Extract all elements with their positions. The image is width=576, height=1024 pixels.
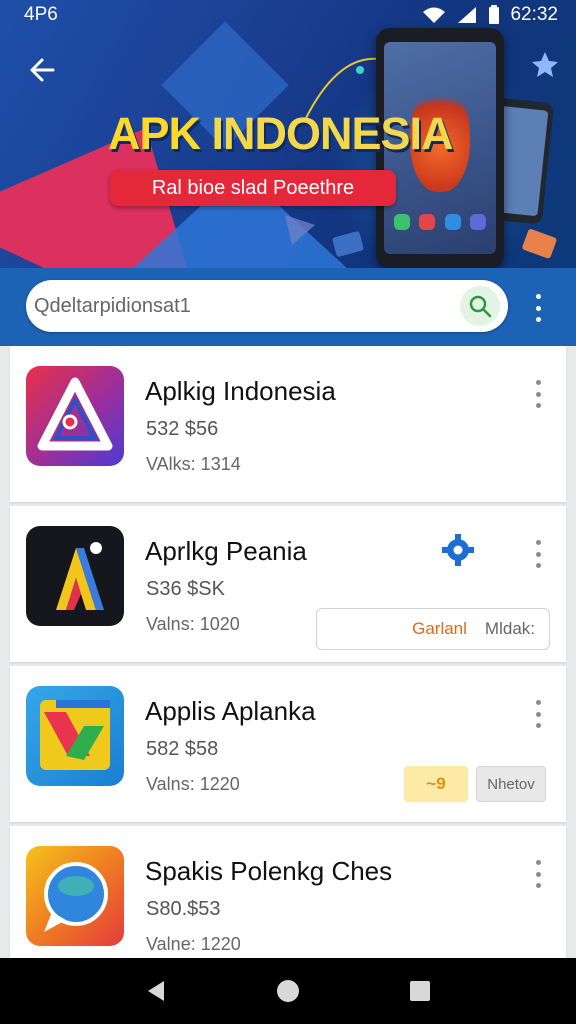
list-item[interactable]: Applis Aplanka 582 $58 Valns: 1220 ~9 Nh… (10, 666, 566, 822)
search-icon (469, 295, 492, 318)
app-icon (26, 686, 124, 786)
app-name: Aprlkg Peania (145, 536, 307, 566)
action-primary-label: Garlanl (412, 619, 467, 638)
app-icon (26, 526, 124, 626)
action-secondary-label: Mldak: (484, 619, 535, 638)
install-action-button[interactable]: Garlanl Mldak: (316, 608, 550, 650)
hero-mini-card-decoration (332, 231, 364, 257)
app-name: Aplkig Indonesia (145, 376, 336, 406)
back-button[interactable] (22, 50, 62, 90)
list-item[interactable]: Spakis Polenkg Ches S80.$53 Valne: 1220 (10, 826, 566, 966)
app-meta: Valns: 1020 (146, 614, 240, 634)
search-input[interactable] (34, 294, 460, 318)
app-icon (26, 846, 124, 946)
app-meta: Valns: 1220 (146, 774, 240, 794)
battery-icon (489, 5, 500, 24)
search-button[interactable] (460, 286, 500, 326)
app-name: Applis Aplanka (145, 696, 316, 726)
navigation-bar (0, 958, 576, 1024)
colorful-n-logo-icon (40, 700, 110, 770)
more-vertical-icon[interactable] (530, 860, 546, 888)
app-icon (26, 366, 124, 466)
app-price: S80.$53 (146, 898, 221, 920)
app-meta: VAlks: 1314 (146, 454, 241, 474)
nav-home-icon[interactable] (275, 978, 301, 1004)
app-meta: Valne: 1220 (146, 934, 241, 954)
globe-chat-logo-icon (44, 862, 108, 932)
more-vertical-icon[interactable] (530, 380, 546, 408)
triangle-logo-icon (37, 377, 113, 451)
gray-action-button[interactable]: Nhetov (476, 766, 546, 802)
app-name: Spakis Polenkg Ches (145, 856, 393, 886)
wifi-icon (423, 7, 446, 23)
status-time-right: 62:32 (510, 4, 558, 25)
status-time-left: 4P6 (24, 4, 58, 25)
hero-star-decoration (532, 52, 558, 77)
nav-back-icon[interactable] (144, 979, 168, 1003)
yellow-action-button[interactable]: ~9 (404, 766, 468, 802)
status-bar: 4P6 62:32 (0, 0, 576, 30)
letter-a-logo-icon (56, 542, 104, 610)
list-item[interactable]: Aprlkg Peania S36 $SK Valns: 1020 Garlan… (10, 506, 566, 662)
more-vertical-icon[interactable] (530, 700, 546, 728)
gear-icon[interactable] (440, 532, 476, 568)
app-price: 582 $58 (146, 738, 219, 760)
app-price: S36 $SK (146, 578, 225, 600)
back-arrow-icon (30, 58, 55, 82)
search-box (26, 280, 508, 332)
search-bar-area (0, 268, 576, 346)
hero-title: APK INDONESIA (108, 108, 454, 159)
list-item[interactable]: Aplkig Indonesia 532 $56 VAlks: 1314 (10, 346, 566, 502)
hero-banner: APK INDONESIA Ral bioe slad Poeethre (0, 0, 576, 268)
hero-triangle-decoration (285, 215, 315, 245)
hero-subtitle-badge: Ral bioe slad Poeethre (110, 170, 396, 206)
more-vertical-icon[interactable] (530, 540, 546, 568)
signal-icon (458, 7, 477, 23)
nav-recents-icon[interactable] (408, 979, 432, 1003)
app-price: 532 $56 (146, 418, 219, 440)
hero-mini-card-decoration (522, 229, 557, 259)
overflow-menu-button[interactable] (526, 294, 550, 322)
